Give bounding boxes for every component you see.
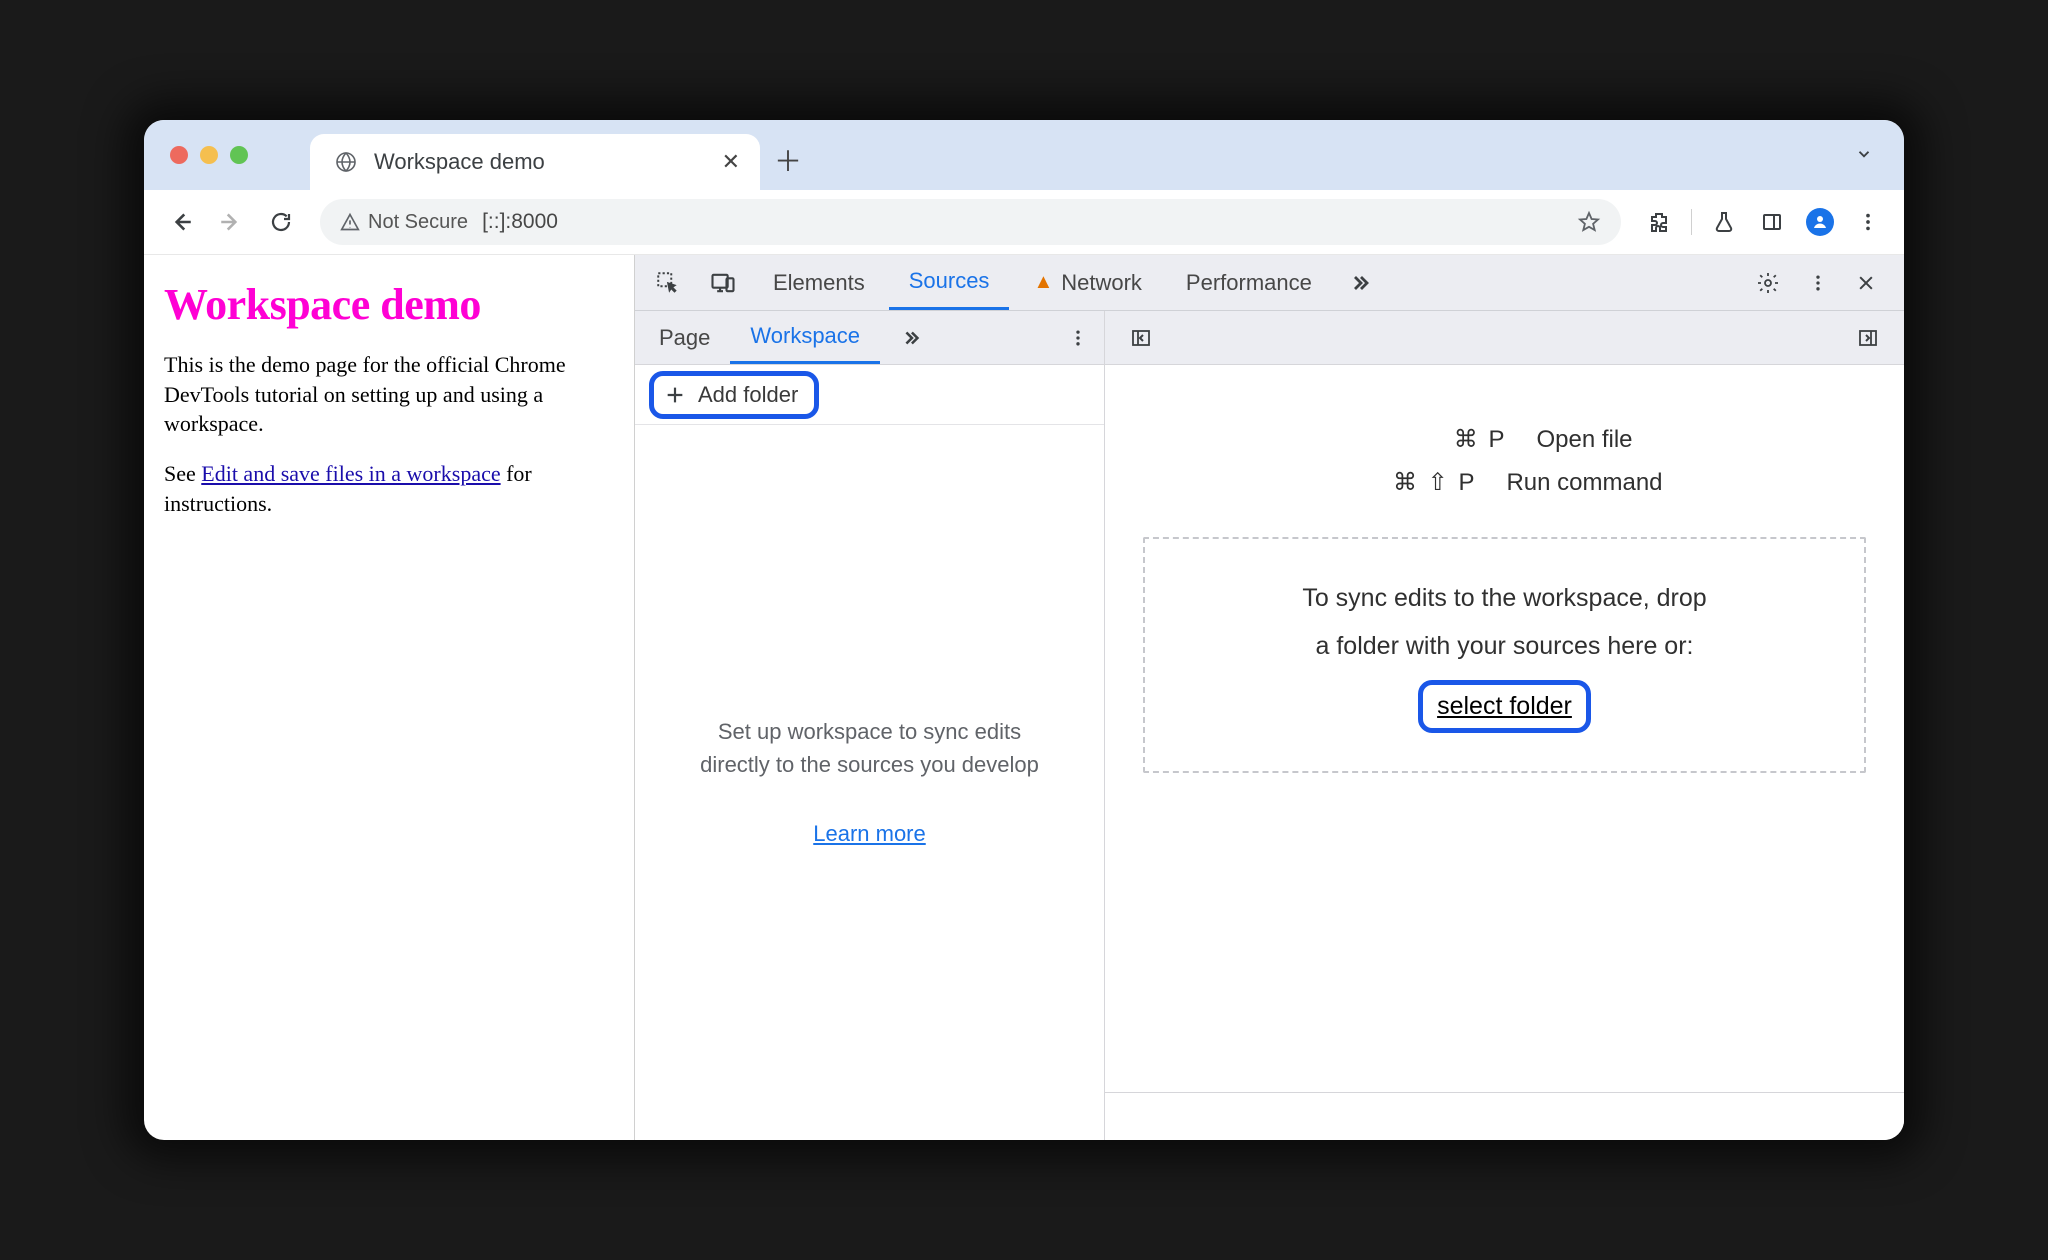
editor-empty-state: ⌘ P Open file ⌘ ⇧ P Run command To sync … (1105, 365, 1904, 1092)
toolbar-separator (1691, 209, 1692, 235)
page-heading: Workspace demo (164, 279, 614, 330)
url-text: [::]:8000 (482, 210, 1563, 234)
devtools-panel: Elements Sources ▲ Network Performance (634, 255, 1904, 1140)
tab-network[interactable]: ▲ Network (1013, 255, 1161, 310)
add-folder-button[interactable]: Add folder (649, 371, 819, 419)
devtools-tabbar: Elements Sources ▲ Network Performance (635, 255, 1904, 311)
tab-elements[interactable]: Elements (753, 255, 885, 310)
maximize-window-button[interactable] (230, 146, 248, 164)
extensions-button[interactable] (1639, 202, 1679, 242)
devtools-menu-button[interactable] (1796, 273, 1840, 293)
editor-toolbar (1105, 311, 1904, 365)
reload-button[interactable] (260, 201, 302, 243)
globe-icon (334, 150, 358, 174)
workspace-dropzone[interactable]: To sync edits to the workspace, drop a f… (1143, 537, 1866, 773)
sources-editor: ⌘ P Open file ⌘ ⇧ P Run command To sync … (1105, 311, 1904, 1140)
page-paragraph-2: See Edit and save files in a workspace f… (164, 459, 614, 518)
shortcut-label: Open file (1536, 426, 1632, 454)
new-tab-button[interactable]: ＋ (774, 140, 802, 180)
add-folder-label: Add folder (698, 382, 798, 408)
security-label: Not Secure (368, 211, 468, 234)
tab-performance[interactable]: Performance (1166, 255, 1332, 310)
inspect-element-button[interactable] (643, 255, 693, 310)
workspace-help: Set up workspace to sync edits directly … (635, 425, 1104, 1140)
shortcut-run-command: ⌘ ⇧ P Run command (1346, 468, 1662, 497)
minimize-window-button[interactable] (200, 146, 218, 164)
labs-button[interactable] (1704, 202, 1744, 242)
browser-toolbar: Not Secure [::]:8000 (144, 190, 1904, 255)
warning-icon: ▲ (1033, 271, 1053, 294)
editor-footer (1105, 1092, 1904, 1140)
navigator-tabs: Page Workspace (635, 311, 1104, 365)
profile-button[interactable] (1800, 202, 1840, 242)
sources-navigator: Page Workspace (635, 311, 1105, 1140)
workspace-hint-text: Set up workspace to sync edits directly … (685, 715, 1054, 781)
settings-button[interactable] (1744, 271, 1792, 295)
tab-strip: Workspace demo ✕ ＋ (144, 120, 1904, 190)
shortcut-keys: ⌘ P (1376, 425, 1506, 454)
browser-tab[interactable]: Workspace demo ✕ (310, 134, 760, 190)
navigator-menu-button[interactable] (1056, 328, 1100, 348)
subtab-page[interactable]: Page (639, 311, 730, 364)
content-area: Workspace demo This is the demo page for… (144, 255, 1904, 1140)
security-indicator[interactable]: Not Secure (340, 211, 468, 234)
collapse-debugger-button[interactable] (1844, 326, 1892, 350)
tab-sources[interactable]: Sources (889, 255, 1010, 310)
rendered-page: Workspace demo This is the demo page for… (144, 255, 634, 1140)
back-button[interactable] (160, 201, 202, 243)
shortcut-open-file: ⌘ P Open file (1376, 425, 1632, 454)
device-toolbar-button[interactable] (697, 255, 749, 310)
browser-menu-button[interactable] (1848, 202, 1888, 242)
more-subtabs-button[interactable] (880, 311, 942, 364)
tabs-menu-button[interactable] (1844, 134, 1884, 174)
more-tabs-button[interactable] (1336, 255, 1384, 310)
close-tab-button[interactable]: ✕ (722, 149, 740, 175)
close-devtools-button[interactable] (1844, 273, 1888, 293)
window-controls (170, 146, 248, 164)
learn-more-link[interactable]: Learn more (813, 817, 926, 850)
dropzone-line1: To sync edits to the workspace, drop (1175, 575, 1834, 623)
select-folder-button[interactable]: select folder (1418, 680, 1591, 733)
avatar-icon (1806, 208, 1834, 236)
collapse-navigator-button[interactable] (1117, 326, 1165, 350)
add-folder-row: Add folder (635, 365, 1104, 425)
plus-icon (664, 384, 686, 406)
page-link[interactable]: Edit and save files in a workspace (201, 461, 500, 486)
forward-button[interactable] (210, 201, 252, 243)
devtools-body: Page Workspace (635, 311, 1904, 1140)
shortcuts-list: ⌘ P Open file ⌘ ⇧ P Run command (1143, 425, 1866, 497)
browser-window: Workspace demo ✕ ＋ Not Secure [::]:8000 (144, 120, 1904, 1140)
tab-title: Workspace demo (374, 149, 706, 175)
subtab-workspace[interactable]: Workspace (730, 311, 880, 364)
close-window-button[interactable] (170, 146, 188, 164)
page-paragraph-1: This is the demo page for the official C… (164, 350, 614, 439)
shortcut-keys: ⌘ ⇧ P (1346, 468, 1476, 497)
address-bar[interactable]: Not Secure [::]:8000 (320, 199, 1621, 245)
bookmark-icon[interactable] (1577, 210, 1601, 234)
shortcut-label: Run command (1506, 469, 1662, 497)
sidepanel-button[interactable] (1752, 202, 1792, 242)
dropzone-line2: a folder with your sources here or: (1175, 623, 1834, 671)
